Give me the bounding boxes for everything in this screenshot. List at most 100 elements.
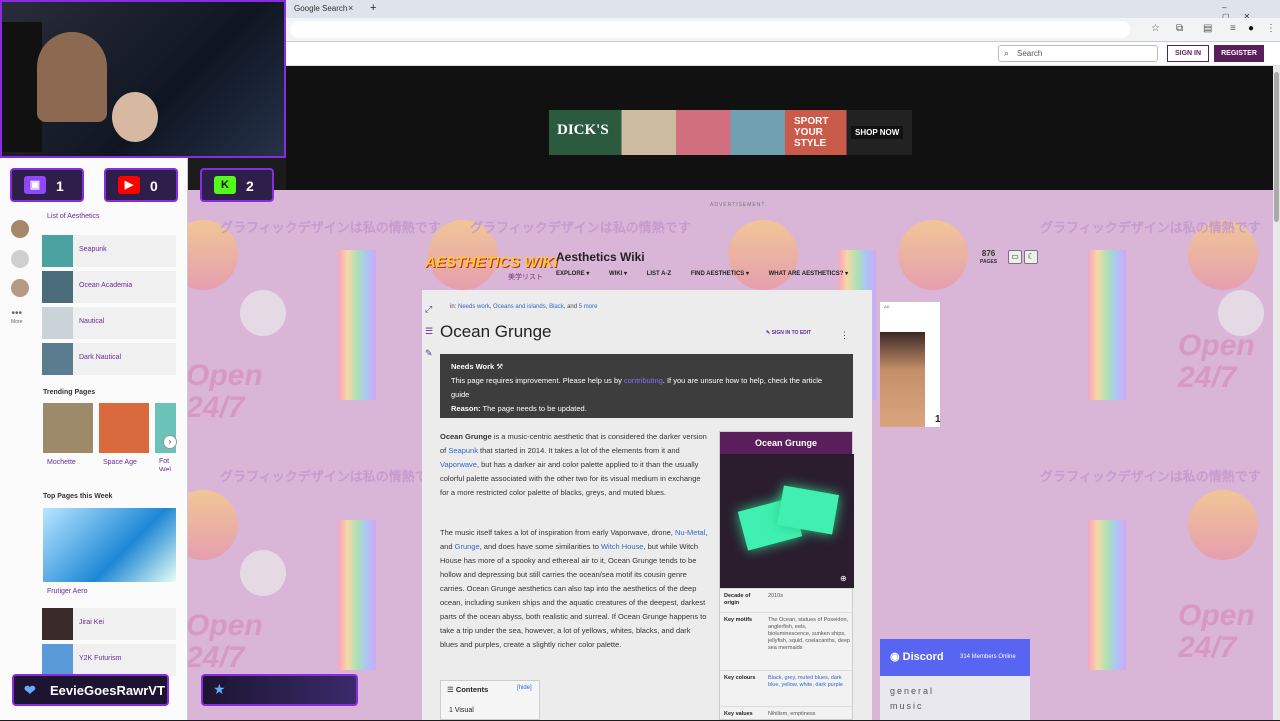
item-thumbnail [42,644,73,676]
profile-avatar[interactable]: ● [1248,23,1254,34]
vaporwave-link[interactable]: Vaporwave [440,460,477,469]
sign-in-to-edit-button[interactable]: ✎ SIGN IN TO EDIT [766,330,811,336]
bookmark-star-icon[interactable]: ☆ [1151,23,1160,34]
discord-logo: ◉ Discord [890,650,944,663]
toc-hide-link[interactable]: [hide] [517,685,532,691]
background-jp-text: グラフィックデザインは私の情熱です [220,469,441,484]
ad-banner[interactable]: DICK'S SPORT YOUR STYLE SHOP NOW [549,110,912,155]
infobox-title: Ocean Grunge [720,432,852,454]
infobox-key: Decade of origin [724,593,751,606]
trending-card[interactable]: Space Age [99,403,149,471]
twitch-counter: ▣ 1 [10,168,84,202]
discord-channel[interactable]: general [890,684,1020,699]
nav-what-are-aesthetics[interactable]: WHAT ARE AESTHETICS? ▾ [769,271,848,277]
ad-image [880,332,925,427]
item-label: Nautical [79,318,105,325]
sidepanel-icon[interactable]: ▤ [1203,23,1212,34]
scrollbar-thumb[interactable] [1274,72,1279,222]
edit-pencil-icon[interactable]: ✎ [425,348,433,359]
extensions-icon[interactable]: ⧉ [1176,23,1183,34]
sunset-decoration [898,220,968,290]
ad-brand: DICK'S [557,122,609,138]
rainbow-stripe-decoration [1088,250,1126,400]
ad-tag: AD [884,304,890,309]
category-link[interactable]: Oceans and islands [493,304,546,310]
open-neon-decoration: Open 24/7 [1178,329,1255,394]
trending-card[interactable]: Mochette [43,403,93,471]
toc-item[interactable]: 1 Visual [449,707,474,714]
nu-metal-link[interactable]: Nu-Metal [675,528,705,537]
trending-next-button[interactable]: › [163,435,177,449]
contributing-link[interactable]: contributing [624,376,663,385]
avatar[interactable] [11,279,29,297]
streamer-name: EevieGoesRawrVT [50,683,165,698]
infobox-value: The Ocean, statues of Poseidon, anglerfi… [768,617,850,651]
list-item[interactable]: Nautical [42,307,176,339]
list-of-aesthetics-link[interactable]: List of Aesthetics [47,213,100,220]
notice-text: This page requires improvement. Please h… [451,376,622,385]
pages-number: 876 [981,249,996,258]
advertisement-label: ADVERTISEMENT [710,202,766,208]
needs-work-notice: Needs Work ⚒ This page requires improvem… [440,354,853,418]
more-options-icon[interactable]: ⋮ [840,330,849,341]
rail-ad[interactable]: AD 1 [880,302,941,427]
top-page-image[interactable] [43,508,176,582]
reason-label: Reason: [451,404,481,413]
expand-icon[interactable]: ⤢ [425,304,432,315]
browser-tab[interactable]: Google Search × [286,0,355,18]
wiki-logo[interactable]: AESTHETICS WIKI [425,254,558,271]
item-thumbnail [42,608,73,640]
address-bar[interactable] [290,21,1130,38]
wiki-title[interactable]: Aesthetics Wiki [556,250,645,264]
page-scrollbar[interactable] [1273,66,1280,720]
list-item[interactable]: Seapunk [42,235,176,267]
category-link[interactable]: Needs work [458,304,490,310]
nav-list-a-z[interactable]: LIST A-Z [647,271,671,277]
tab-title: Google Search [294,4,348,13]
top-page-label[interactable]: Frutiger Aero [47,588,87,595]
star-icon: ★ [213,681,226,697]
avatar[interactable] [11,220,29,238]
discord-channel[interactable]: music [890,699,1020,714]
paragraph-text: that started in 2014. It takes a lot of … [477,446,680,455]
list-item[interactable]: Ocean Academia [42,271,176,303]
categories-more-link[interactable]: 5 more [579,304,598,310]
new-tab-button[interactable]: + [370,2,376,14]
nav-wiki[interactable]: WIKI ▾ [609,271,627,277]
youtube-counter: ▶ 0 [104,168,178,202]
avatar[interactable] [11,250,29,268]
browser-menu-icon[interactable]: ⋮ [1266,23,1276,34]
skull-decoration [240,550,286,596]
category-link[interactable]: Black [549,304,564,310]
toc-icon[interactable]: ☰ [425,326,433,337]
list-item[interactable]: Y2K Futurism [42,644,176,676]
article-paragraph: Ocean Grunge is a music-centric aestheti… [440,430,710,500]
register-button[interactable]: REGISTER [1214,45,1264,62]
trending-image [43,403,93,453]
grunge-link[interactable]: Grunge [455,542,480,551]
paragraph-text: , but while Witch House has more of a sp… [440,542,707,649]
more-button[interactable]: ••• More [11,308,22,325]
sign-in-button[interactable]: SIGN IN [1167,45,1209,62]
search-input[interactable]: ⌕ Search [998,45,1158,62]
ad-shop-now-button[interactable]: SHOP NOW [851,126,904,139]
seapunk-link[interactable]: Seapunk [448,446,478,455]
tab-close-icon[interactable]: × [348,3,353,13]
tab-search-icon[interactable]: ≡ [1230,23,1236,34]
nav-explore[interactable]: EXPLORE ▾ [556,271,589,277]
infobox-image[interactable]: ⊕ [720,454,854,588]
list-item[interactable]: Dark Nautical [42,343,176,375]
witch-house-link[interactable]: Witch House [601,542,644,551]
trending-label: Space Age [103,459,137,466]
list-item[interactable]: Jirai Kei [42,608,176,640]
discord-label: Discord [902,651,944,663]
discussions-icon[interactable]: ▭ [1008,250,1022,264]
discord-widget[interactable]: ◉ Discord 314 Members Online [880,639,1030,676]
baby-shape [112,92,158,142]
notice-heading: Needs Work [451,362,495,371]
article-subject: Ocean Grunge [440,432,492,441]
image-expand-icon[interactable]: ⊕ [840,574,847,583]
youtube-count: 0 [150,178,158,194]
dark-mode-icon[interactable]: ☾ [1024,250,1038,264]
nav-find-aesthetics[interactable]: FIND AESTHETICS ▾ [691,271,749,277]
